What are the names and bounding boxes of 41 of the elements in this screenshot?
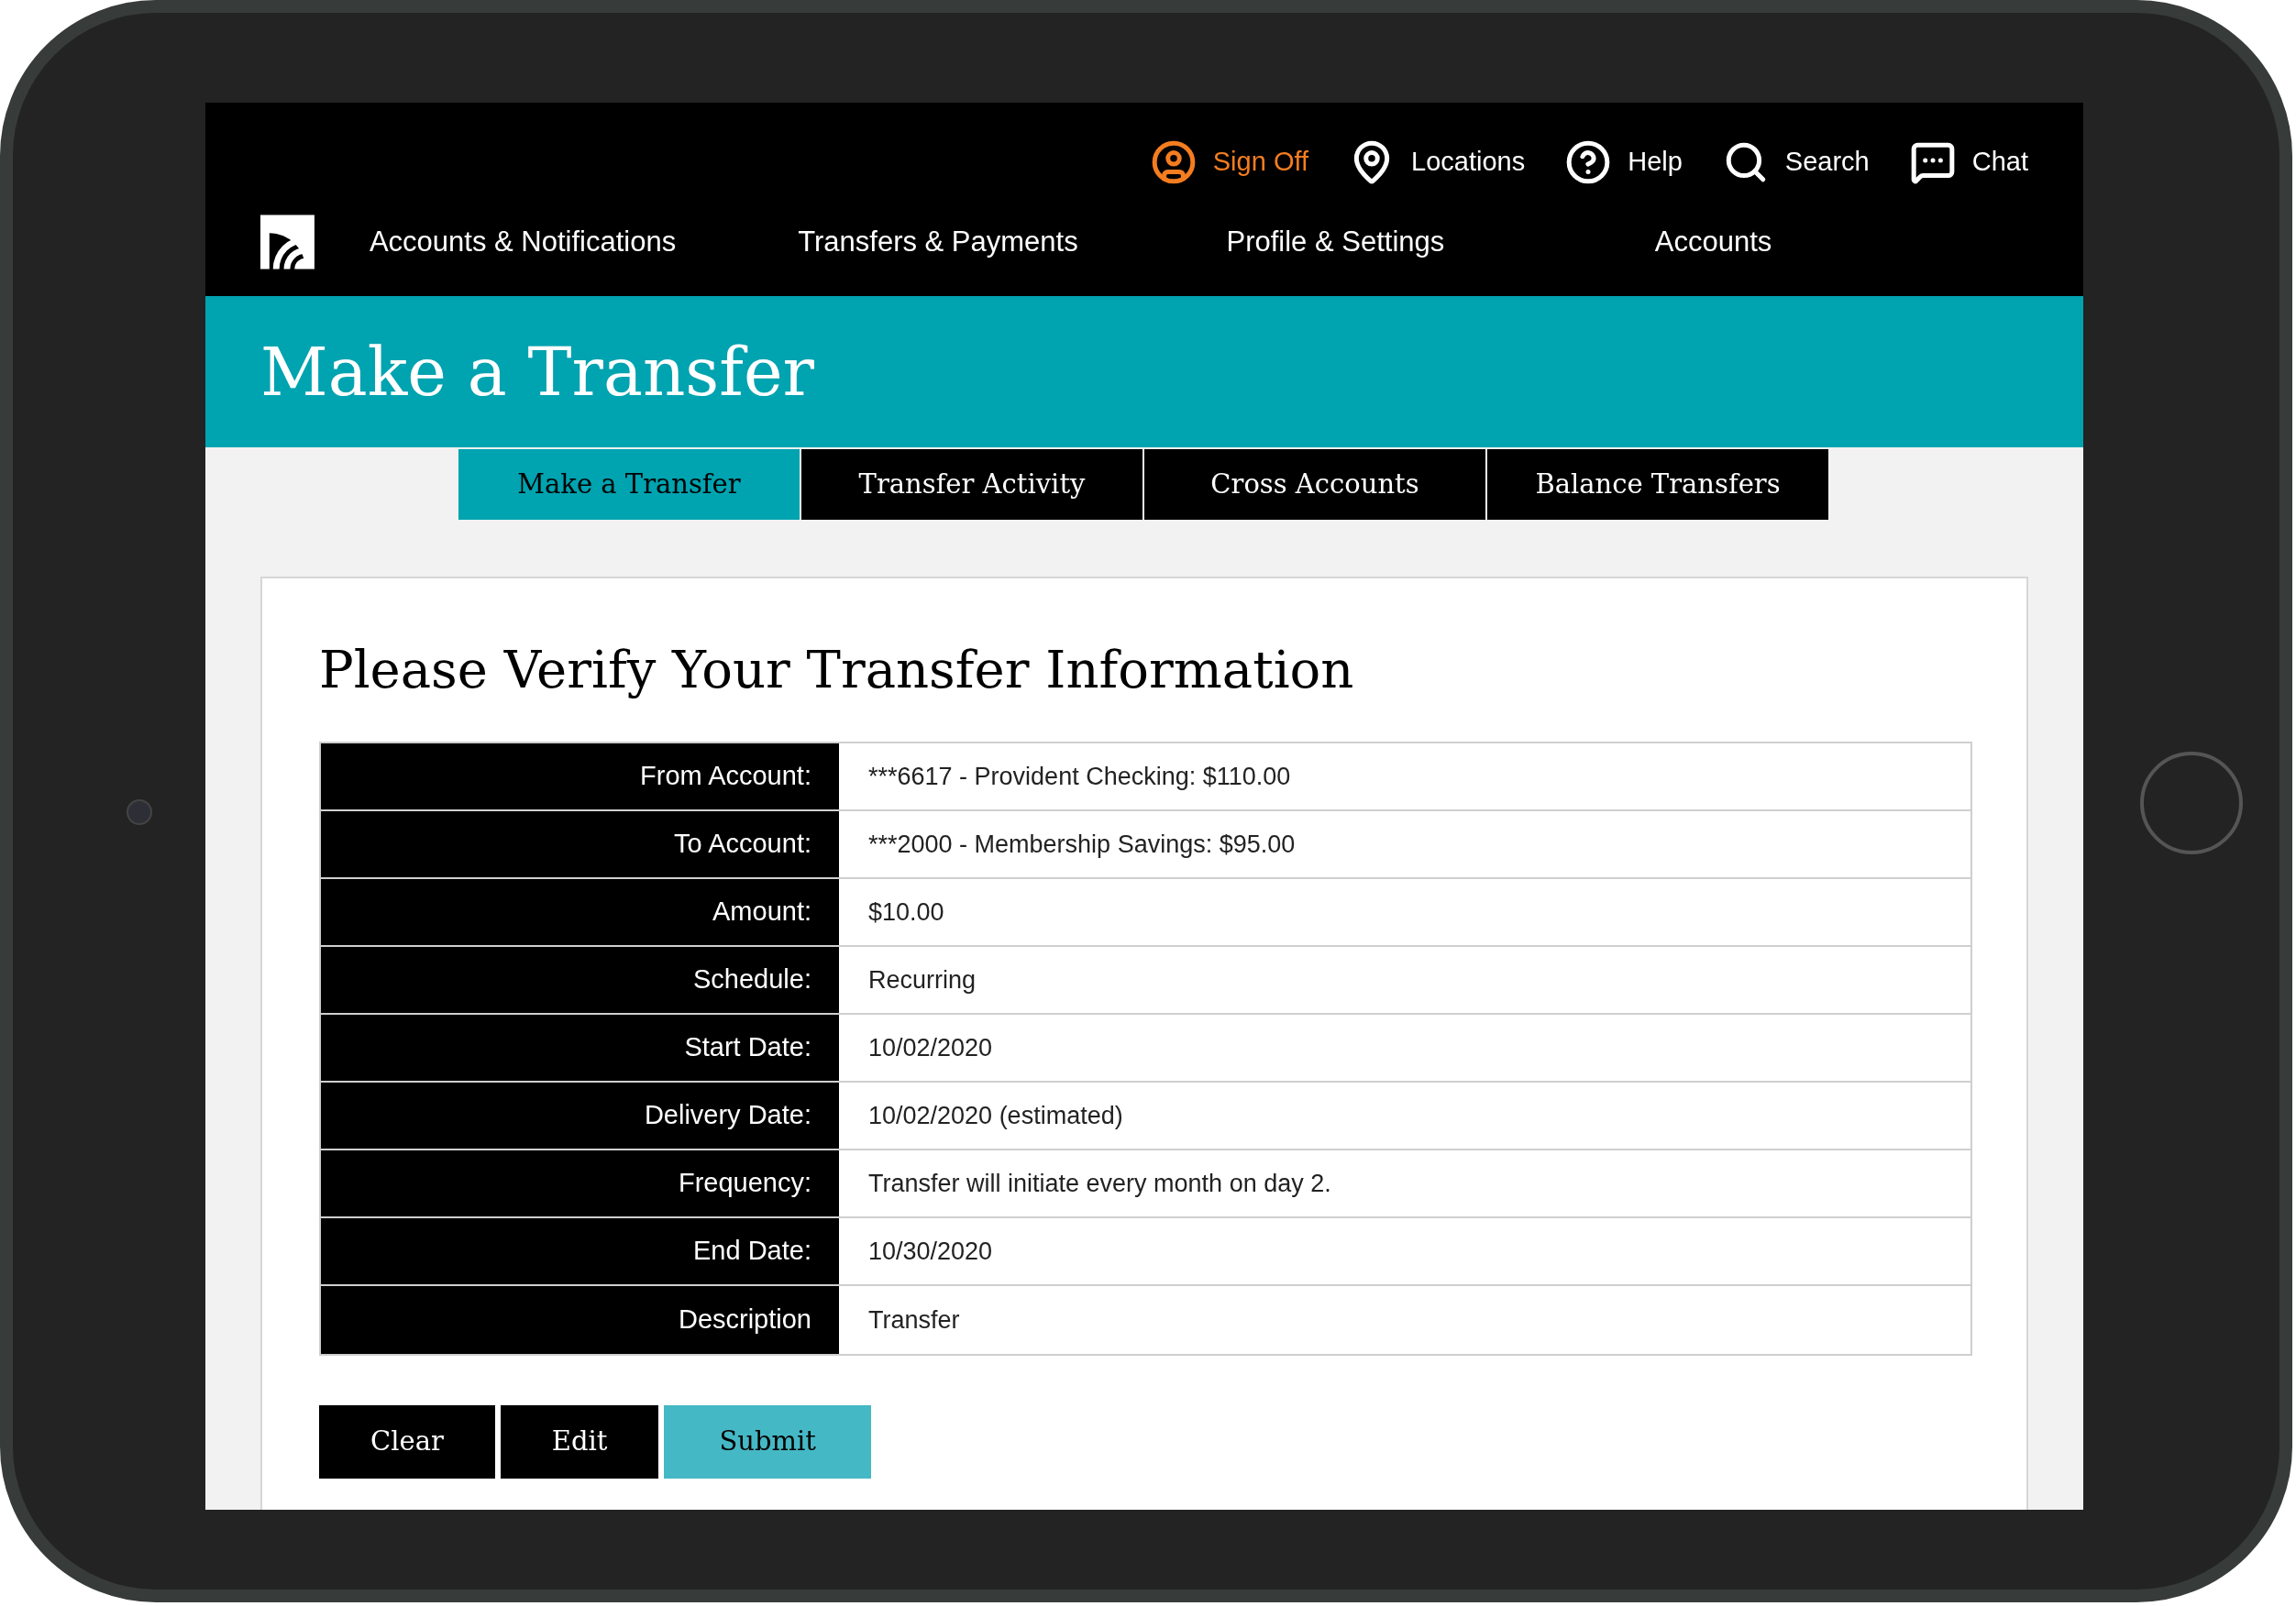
field-value: $10.00 <box>867 896 945 928</box>
page-title: Make a Transfer <box>260 332 814 412</box>
tab[interactable]: Cross Accounts <box>1144 449 1485 520</box>
utility-link[interactable]: Help <box>1565 139 1683 185</box>
tab[interactable]: Transfer Activity <box>801 449 1142 520</box>
action-button[interactable]: Clear <box>319 1405 495 1479</box>
field-label: Start Date: <box>321 1015 839 1081</box>
field-label: Delivery Date: <box>321 1083 839 1149</box>
field-label: Schedule: <box>321 947 839 1013</box>
nav-link[interactable]: Profile & Settings <box>1226 220 1655 264</box>
utility-link[interactable]: Sign Off <box>1150 139 1309 185</box>
field-label: Frequency: <box>321 1150 839 1216</box>
tab[interactable]: Balance Transfers <box>1487 449 1828 520</box>
field-value: 10/02/2020 <box>867 1032 994 1063</box>
user-icon <box>1150 139 1197 185</box>
nav-link[interactable]: Transfers & Payments <box>798 220 1227 264</box>
home-button[interactable] <box>2140 752 2243 854</box>
action-button[interactable]: Submit <box>664 1405 871 1479</box>
field-label: From Account: <box>321 743 839 809</box>
field-value: ***2000 - Membership Savings: $95.00 <box>867 829 1297 860</box>
field-value: Recurring <box>867 964 977 996</box>
field-value: Transfer <box>867 1304 961 1336</box>
help-icon <box>1565 139 1612 185</box>
nav-link[interactable]: Accounts <box>1654 220 2083 264</box>
field-value: 10/02/2020 (estimated) <box>867 1100 1124 1131</box>
field-label: To Account: <box>321 811 839 877</box>
field-label: Description <box>321 1286 839 1354</box>
utility-link[interactable]: Chat <box>1909 139 2028 185</box>
utility-link[interactable]: Search <box>1722 139 1870 185</box>
utility-link[interactable]: Locations <box>1349 139 1526 185</box>
logo-icon <box>260 214 315 270</box>
field-value: ***6617 - Provident Checking: $110.00 <box>867 761 1292 792</box>
tab[interactable]: Make a Transfer <box>458 449 800 520</box>
action-button[interactable]: Edit <box>500 1405 659 1479</box>
field-value: Transfer will initiate every month on day 2. <box>867 1168 1332 1199</box>
card-heading: Please Verify Your Transfer Information <box>319 639 1355 701</box>
nav-link[interactable]: Accounts & Notifications <box>369 220 799 264</box>
field-label: Amount: <box>321 879 839 945</box>
camera-icon <box>127 799 152 825</box>
field-label: End Date: <box>321 1218 839 1284</box>
field-value: 10/30/2020 <box>867 1236 994 1267</box>
